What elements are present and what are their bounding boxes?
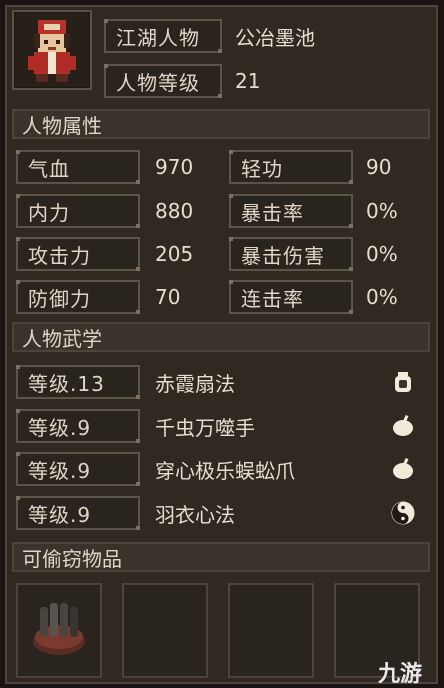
steal-slot[interactable] bbox=[228, 583, 314, 678]
level-label: 人物等级 bbox=[104, 64, 222, 98]
skill-level: 等级.9 bbox=[16, 452, 140, 486]
attr-value-defense: 70 bbox=[155, 285, 181, 309]
attr-label-agility: 轻功 bbox=[229, 150, 353, 184]
skill-level: 等级.9 bbox=[16, 409, 140, 443]
armor-item-icon bbox=[33, 603, 85, 655]
attr-value-crit-rate: 0% bbox=[366, 199, 398, 223]
attr-label-crit-rate: 暴击率 bbox=[229, 194, 353, 228]
watermark: 九游 bbox=[378, 662, 423, 687]
skill-level: 等级.13 bbox=[16, 365, 140, 399]
attr-label-hp: 气血 bbox=[16, 150, 140, 184]
attr-label-inner: 内力 bbox=[16, 194, 140, 228]
attr-value-hp: 970 bbox=[155, 155, 194, 179]
attr-value-combo-rate: 0% bbox=[366, 285, 398, 309]
skill-name[interactable]: 羽衣心法 bbox=[155, 496, 235, 530]
martial-header: 人物武学 bbox=[12, 322, 430, 352]
skill-name[interactable]: 赤霞扇法 bbox=[155, 365, 235, 399]
steal-header: 可偷窃物品 bbox=[12, 542, 430, 572]
steal-slot[interactable] bbox=[16, 583, 102, 678]
character-name: 公冶墨池 bbox=[235, 25, 315, 50]
steal-slot[interactable] bbox=[122, 583, 208, 678]
character-level: 21 bbox=[235, 69, 261, 93]
yin-yang-icon bbox=[391, 501, 415, 525]
attr-label-attack: 攻击力 bbox=[16, 237, 140, 271]
attr-label-combo-rate: 连击率 bbox=[229, 280, 353, 314]
attr-value-inner: 880 bbox=[155, 199, 194, 223]
skill-name[interactable]: 穿心极乐蜈蚣爪 bbox=[155, 452, 295, 486]
attr-value-attack: 205 bbox=[155, 242, 194, 266]
attr-label-defense: 防御力 bbox=[16, 280, 140, 314]
fist-icon bbox=[393, 414, 413, 436]
attr-value-agility: 90 bbox=[366, 155, 392, 179]
fist-icon bbox=[393, 457, 413, 479]
attr-label-crit-damage: 暴击伤害 bbox=[229, 237, 353, 271]
character-portrait bbox=[28, 20, 76, 82]
attributes-header: 人物属性 bbox=[12, 109, 430, 139]
name-label: 江湖人物 bbox=[104, 19, 222, 53]
skill-name[interactable]: 千虫万噬手 bbox=[155, 409, 255, 443]
portrait-frame bbox=[12, 10, 92, 90]
skill-level: 等级.9 bbox=[16, 496, 140, 530]
bottle-icon bbox=[395, 372, 411, 392]
attr-value-crit-damage: 0% bbox=[366, 242, 398, 266]
